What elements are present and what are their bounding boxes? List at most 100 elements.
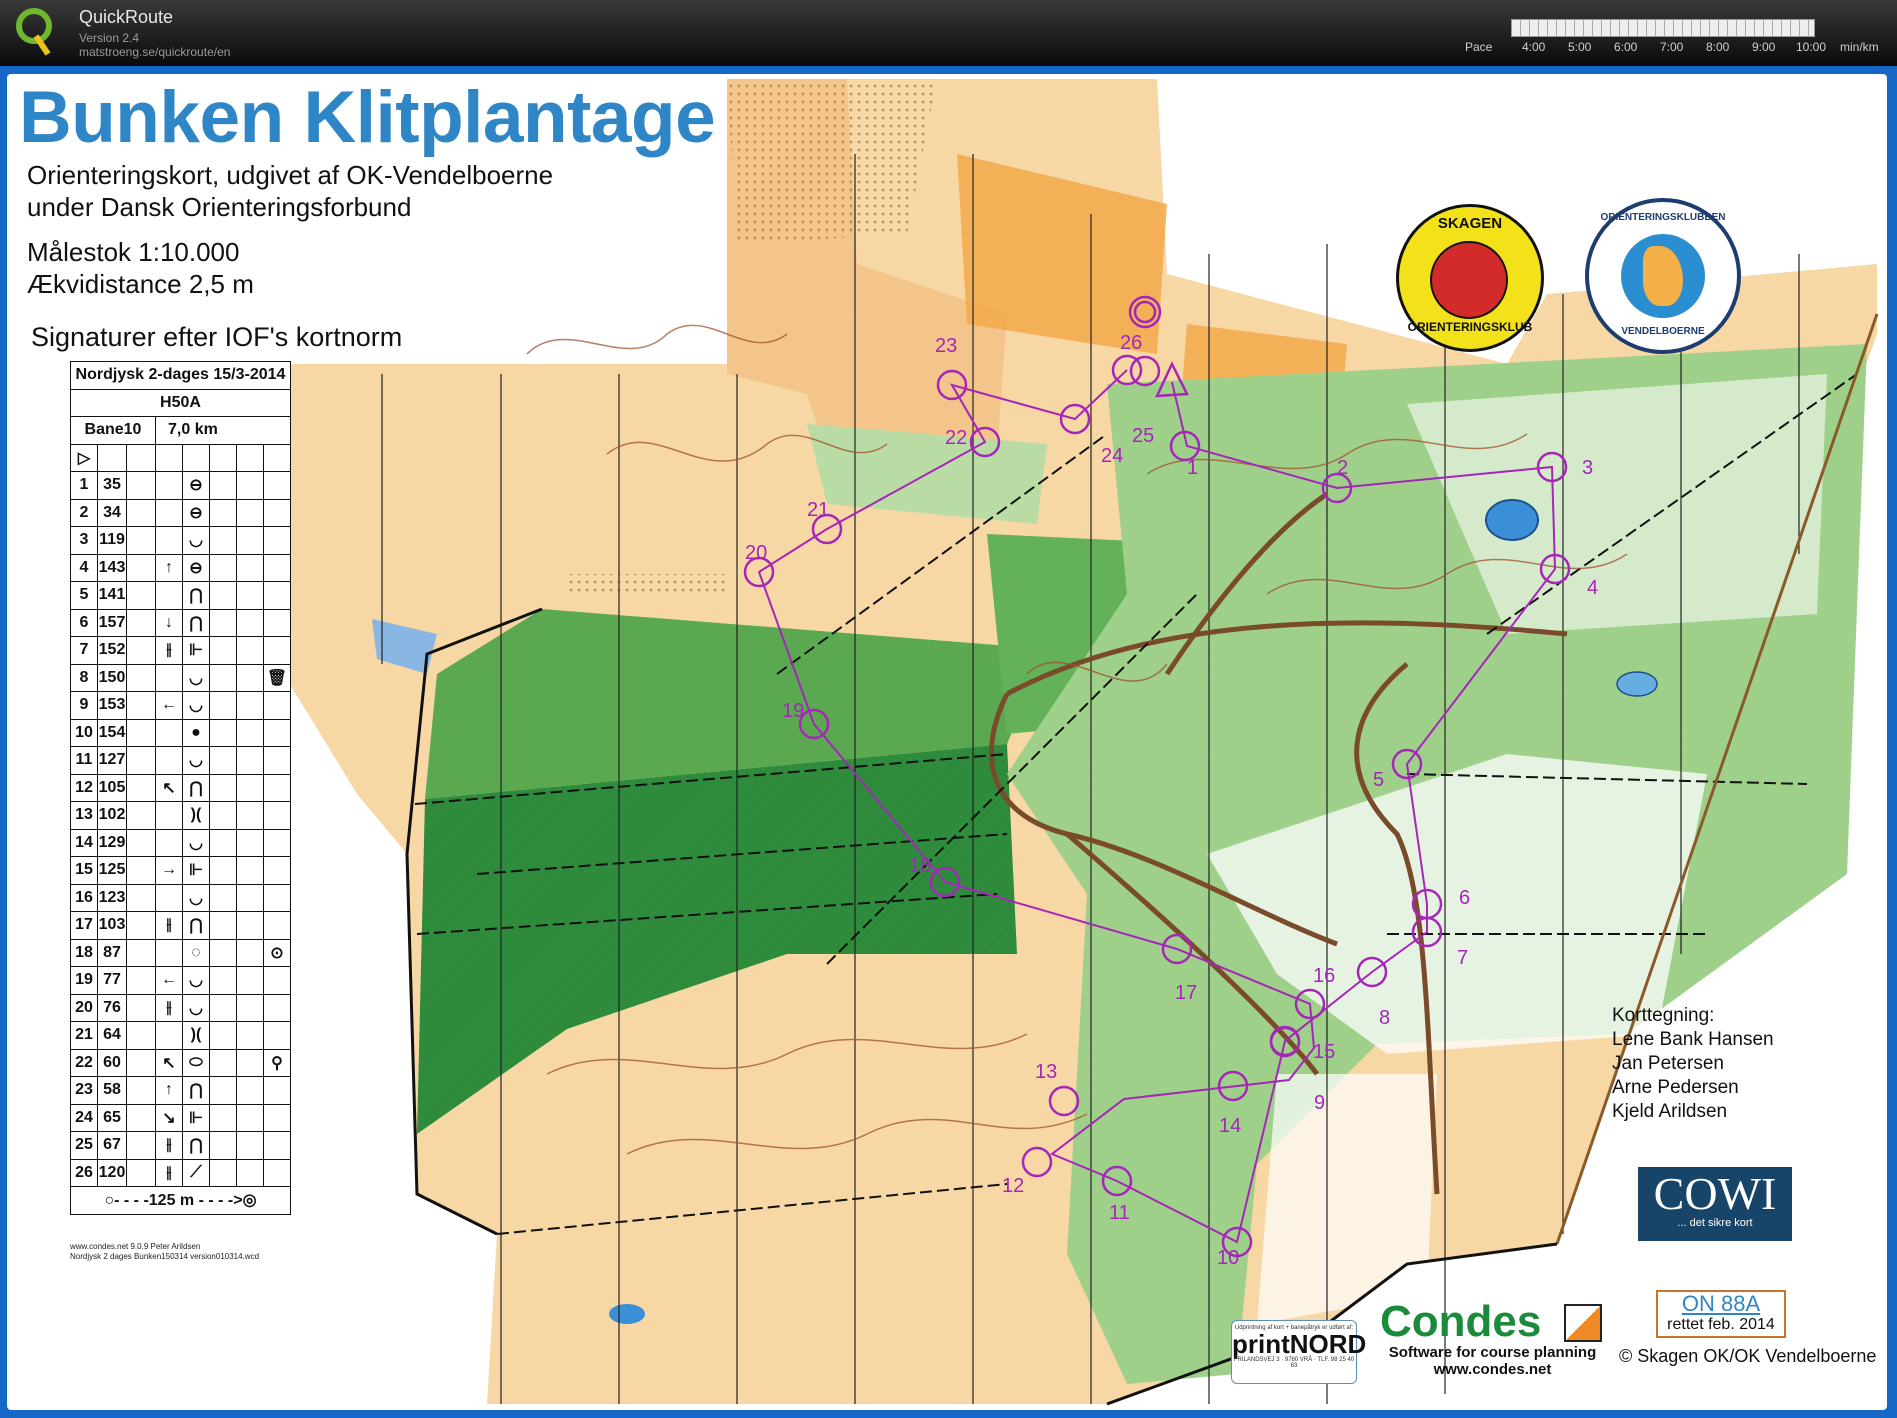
feature-symbol: ⋂ [182,773,210,802]
map-revision-date: rettet feb. 2014 [1667,1316,1775,1333]
column-c [126,471,156,500]
column-c [126,718,156,747]
column-g [236,746,264,775]
direction-symbol: ⫲ [155,1131,183,1160]
feature-symbol: ⊖ [182,498,210,527]
control-number-label: 20 [745,542,767,564]
control-number-label: 13 [1035,1061,1057,1083]
orienteering-map[interactable]: 1 2 3 4 5 6 7 8 9 10 11 12 13 14 15 16 17 18 19 20 21 22 23 24 2… [7,74,1887,1410]
map-code[interactable]: ON 88A [1658,1292,1784,1316]
feature-symbol: ⋂ [182,581,210,610]
direction-symbol [155,746,183,775]
column-c [126,498,156,527]
column-g [236,1131,264,1160]
control-code: 58 [97,1076,127,1105]
copyright: © Skagen OK/OK Vendelboerne [1619,1346,1877,1366]
extra-symbol [263,883,291,912]
extra-symbol: 🗑 [263,663,291,692]
description-row: 10 154 ● [70,718,291,747]
control-number: 6 [70,608,98,637]
description-row: 25 67 ⫲ ⋂ [70,1131,291,1160]
control-code: 150 [97,663,127,692]
cowi-name: COWI [1653,1168,1777,1219]
cowi-logo: COWI ... det sikre kort [1638,1167,1792,1241]
control-number-label: 5 [1373,769,1384,791]
control-code: 67 [97,1131,127,1160]
column-c [126,691,156,720]
description-row: 23 58 ↑ ⋂ [70,1076,291,1105]
control-number-label: 23 [935,335,957,357]
extra-symbol: ⊙ [263,938,291,967]
control-code: 157 [97,608,127,637]
map-credits: Korttegning: Lene Bank Hansen Jan Peters… [1612,1004,1774,1124]
skagen-badge-top-text: SKAGEN [1437,215,1503,232]
pace-tick: 6:00 [1614,40,1638,54]
column-f [209,828,237,857]
column-f [209,553,237,582]
column-c [126,1048,156,1077]
column-c [126,553,156,582]
description-row: 1 35 ⊖ [70,471,291,500]
printnord-address: FRILANDSVEJ 3 · 9760 VRÅ · TLF. 98 25 40… [1233,1357,1355,1369]
control-number-label: 4 [1587,577,1598,599]
column-g [236,498,264,527]
extra-symbol [263,1103,291,1132]
extra-symbol [263,828,291,857]
column-c [126,938,156,967]
column-c [126,911,156,940]
column-g [236,553,264,582]
column-f [209,1103,237,1132]
column-f [209,691,237,720]
map-info-line-1: Orienteringskort, udgivet af OK-Vendelbo… [27,160,554,190]
control-number-label: 21 [807,499,829,521]
control-number: 22 [70,1048,98,1077]
map-info-line-2: under Dansk Orienteringsforbund [27,192,412,222]
control-code: 34 [97,498,127,527]
extra-symbol [263,993,291,1022]
column-c [126,1076,156,1105]
okv-badge-bottom-text: VENDELBOERNE [1621,326,1705,337]
column-g [236,636,264,665]
control-code: 129 [97,828,127,857]
app-url: matstroeng.se/quickroute/en [79,45,231,59]
extra-symbol [263,801,291,830]
credits-heading: Korttegning: [1612,1005,1715,1026]
control-number-label: 2 [1337,457,1348,479]
description-row: 3 119 ◡ [70,526,291,555]
column-f [209,1131,237,1160]
pace-tick: 7:00 [1660,40,1684,54]
column-f [209,856,237,885]
direction-symbol: ↖ [155,773,183,802]
extra-symbol [263,636,291,665]
feature-symbol: ◡ [182,993,210,1022]
control-number-label: 1 [1187,457,1198,479]
direction-symbol: ↖ [155,1048,183,1077]
direction-symbol [155,828,183,857]
column-g [236,718,264,747]
finish-description: ○- - - -125 m - - - ->◎ [70,1186,291,1215]
column-g [236,1048,264,1077]
pace-color-scale[interactable] [1511,19,1815,37]
column-g [236,1021,264,1050]
control-number: 17 [70,911,98,940]
column-g [236,938,264,967]
pace-unit: min/km [1840,40,1879,54]
column-f [209,581,237,610]
map-shape-icon [1621,234,1705,318]
extra-symbol [263,911,291,940]
control-code: 65 [97,1103,127,1132]
column-g [236,856,264,885]
credit-name: Jan Petersen [1612,1053,1724,1074]
column-c [126,526,156,555]
column-c [126,801,156,830]
control-number-label: 9 [1314,1092,1325,1114]
control-code: 123 [97,883,127,912]
condes-tagline: Software for course planning [1388,1344,1597,1361]
control-number: 20 [70,993,98,1022]
map-scale: Målestok 1:10.000 [27,237,240,267]
direction-symbol: ↓ [155,608,183,637]
control-number: 9 [70,691,98,720]
column-f [209,608,237,637]
description-row: 17 103 ⫲ ⋂ [70,911,291,940]
control-number: 8 [70,663,98,692]
